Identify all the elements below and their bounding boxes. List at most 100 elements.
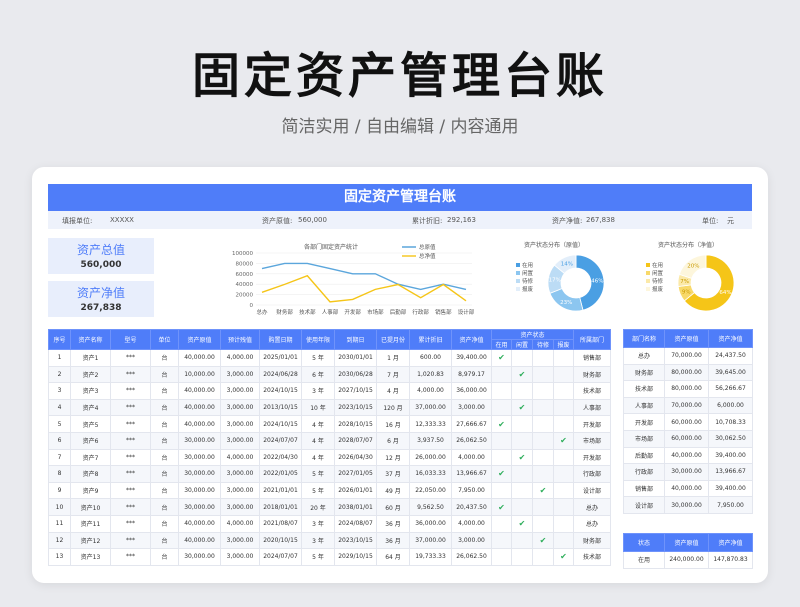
table-cell: 市场部 xyxy=(573,431,612,450)
net-value: 267,838 xyxy=(586,216,615,224)
table-cell: 30,000.00 xyxy=(664,463,709,481)
table-cell: 2026/01/01 xyxy=(334,481,377,500)
status-cell xyxy=(491,398,512,417)
unit-label: 填报单位: xyxy=(62,217,93,225)
status-cell: ✔ xyxy=(552,431,575,450)
table-cell: *** xyxy=(110,498,151,516)
table-cell: 4,000.00 xyxy=(451,514,492,533)
table-cell: 行政部 xyxy=(623,463,665,481)
column-header: 序号 xyxy=(48,329,71,350)
status-cell: ✔ xyxy=(532,481,554,500)
summary-net: 资产净值 267,838 xyxy=(48,281,154,317)
dep-value: 292,163 xyxy=(447,216,476,224)
table-cell: 2027/10/15 xyxy=(334,382,377,400)
column-header: 资产净值 xyxy=(708,533,753,552)
table-cell: 60 月 xyxy=(376,498,410,516)
table-cell: 资产10 xyxy=(70,498,111,516)
table-cell: 2022/01/05 xyxy=(259,465,302,483)
check-icon: ✔ xyxy=(498,353,505,363)
table-cell: 台 xyxy=(150,349,179,367)
pie-data-label: 7% xyxy=(680,279,689,285)
table-cell: 36,000.00 xyxy=(409,514,452,533)
table-cell: 49 月 xyxy=(376,481,410,500)
status-cell xyxy=(511,415,533,433)
status-cell xyxy=(552,448,575,467)
table-cell: 56,266.67 xyxy=(708,380,753,398)
table-row: 3 资产3 *** 台 40,000.00 3,000.00 2024/10/15 3 年 20… xyxy=(48,382,612,400)
status-cell xyxy=(491,531,512,550)
table-cell: *** xyxy=(110,514,151,533)
table-cell: 销售部 xyxy=(573,349,612,367)
check-icon: ✔ xyxy=(498,469,505,479)
status-cell xyxy=(511,431,533,450)
column-header: 所属部门 xyxy=(573,329,612,350)
status-cell xyxy=(552,382,575,400)
table-cell: 财务部 xyxy=(623,363,665,382)
pie-data-label: 46% xyxy=(591,278,603,284)
table-cell: 24,437.50 xyxy=(708,347,753,365)
status-cell xyxy=(552,514,575,533)
check-icon: ✔ xyxy=(498,502,505,512)
orig-label: 资产原值: xyxy=(262,217,293,225)
table-row: 销售部 40,000.00 39,400.00 xyxy=(623,479,753,498)
table-cell: 4 年 xyxy=(301,415,335,433)
table-cell: 2038/01/01 xyxy=(334,498,377,516)
table-cell: 行政部 xyxy=(573,465,612,483)
table-row: 设计部 30,000.00 7,950.00 xyxy=(623,496,753,514)
status-cell xyxy=(532,398,554,417)
table-cell: 36 月 xyxy=(376,531,410,550)
table-row: 12 资产12 *** 台 40,000.00 3,000.00 2020/10/15 3 年… xyxy=(48,531,612,550)
table-cell: 3 年 xyxy=(301,382,335,400)
y-tick-label: 60000 xyxy=(236,272,254,278)
table-cell: 6 年 xyxy=(301,365,335,384)
status-cell xyxy=(532,514,554,533)
table-cell: 26,062.50 xyxy=(451,431,492,450)
table-cell: 40,000.00 xyxy=(178,415,221,433)
status-cell: ✔ xyxy=(552,548,575,566)
status-cell xyxy=(491,365,512,384)
table-cell: 9,562.50 xyxy=(409,498,452,516)
table-cell: 2023/10/15 xyxy=(334,398,377,417)
column-header: 预计残值 xyxy=(220,329,260,350)
column-header: 型号 xyxy=(110,329,151,350)
status-subheader: 待修 xyxy=(532,339,554,350)
pie-net-title: 资产状态分布（净值） xyxy=(658,242,719,249)
pie-orig-svg: 46% 23% 17% 14% 在用闲置待修报废 xyxy=(516,254,605,312)
legend-swatch xyxy=(516,263,520,267)
status-cell xyxy=(532,465,554,483)
table-cell: 3,000.00 xyxy=(220,415,260,433)
check-icon: ✔ xyxy=(560,436,567,446)
column-header: 资产原值 xyxy=(178,329,221,350)
y-tick-label: 0 xyxy=(250,303,254,309)
table-cell: 3,000.00 xyxy=(220,398,260,417)
table-cell: *** xyxy=(110,481,151,500)
table-cell: 10 xyxy=(48,498,71,516)
summary-total-value: 560,000 xyxy=(80,260,122,270)
pie-chart-net: 资产状态分布（净值） 64% 9% 7% 20% 在用 闲置 待修 报废 xyxy=(636,237,736,323)
status-cell xyxy=(511,498,533,516)
asset-table: 序号 资产名称 型号 单位 资产原值 预计残值 购置日期 使用年限 到期日 已提月份 累计折旧 资产净… xyxy=(48,329,612,566)
table-row: 市场部 60,000.00 30,062.50 xyxy=(623,429,753,448)
table-cell: *** xyxy=(110,548,151,566)
series-line-2 xyxy=(261,274,467,303)
table-cell: 13,966.67 xyxy=(451,465,492,483)
table-cell: 6 月 xyxy=(376,431,410,450)
status-cell: ✔ xyxy=(511,365,533,384)
dep-label: 累计折旧: xyxy=(412,217,443,225)
table-cell: 总办 xyxy=(573,498,612,516)
table-cell: 6 xyxy=(48,431,71,450)
legend-label: 在用 xyxy=(652,261,663,269)
currency-label: 单位: xyxy=(702,217,719,225)
table-cell: 总办 xyxy=(573,514,612,533)
table-cell: *** xyxy=(110,398,151,417)
column-header: 部门名称 xyxy=(623,329,665,348)
status-cell xyxy=(532,448,554,467)
status-cell: ✔ xyxy=(511,514,533,533)
net-label: 资产净值: xyxy=(552,217,583,225)
table-cell: 5 xyxy=(48,415,71,433)
legend-label: 待修 xyxy=(522,277,534,285)
summary-total: 资产总值 560,000 xyxy=(48,238,154,274)
y-tick-label: 100000 xyxy=(232,251,253,257)
unit-value: XXXXX xyxy=(110,216,134,224)
table-cell: 人事部 xyxy=(573,398,612,417)
